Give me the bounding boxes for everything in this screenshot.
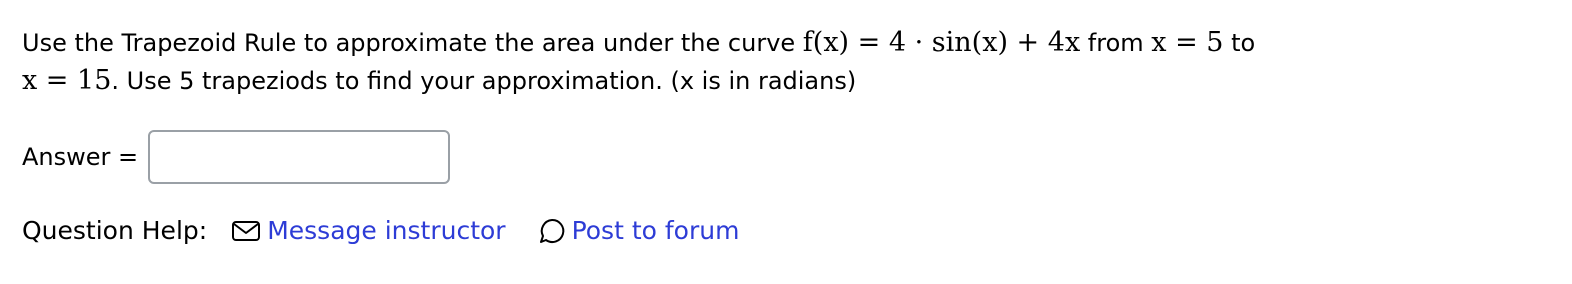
- question-text: Use the Trapezoid Rule to approximate th…: [22, 24, 1522, 100]
- upper-bound: x = 15: [22, 65, 112, 96]
- function-formula: f(x) = 4 · sin(x) + 4x: [802, 27, 1081, 58]
- question-help-label: Question Help:: [22, 216, 208, 245]
- question-help: Question Help: Message instructor Post t…: [22, 216, 739, 245]
- answer-row: Answer =: [22, 130, 451, 184]
- message-instructor-label: Message instructor: [267, 216, 506, 245]
- question-to: to: [1223, 29, 1256, 57]
- envelope-icon: [231, 220, 261, 242]
- post-to-forum-label: Post to forum: [571, 216, 740, 245]
- question-instructions: . Use 5 trapeziods to find your approxim…: [111, 67, 857, 95]
- answer-label: Answer =: [22, 143, 139, 171]
- message-instructor-link[interactable]: Message instructor: [231, 216, 506, 245]
- answer-input[interactable]: [148, 130, 451, 184]
- question-from: from: [1080, 29, 1152, 57]
- lower-bound: x = 5: [1151, 27, 1224, 58]
- post-to-forum-link[interactable]: Post to forum: [538, 216, 740, 245]
- question-intro: Use the Trapezoid Rule to approximate th…: [22, 29, 803, 57]
- speech-bubble-icon: [538, 217, 566, 245]
